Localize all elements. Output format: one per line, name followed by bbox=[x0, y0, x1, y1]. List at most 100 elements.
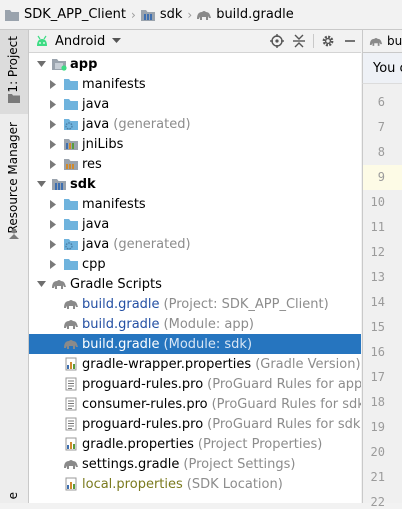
expand-arrow-down-icon[interactable] bbox=[35, 280, 47, 288]
tree-row[interactable]: cpp bbox=[29, 254, 361, 274]
breadcrumb-item-project[interactable]: SDK_APP_Client › bbox=[4, 0, 140, 29]
tree-row[interactable]: proguard-rules.pro (ProGuard Rules for sd… bbox=[29, 414, 361, 434]
left-tool-strip: 1: Project Resource Manager e bbox=[0, 30, 29, 503]
folder-icon bbox=[63, 196, 79, 212]
tree-row[interactable]: java (generated) bbox=[29, 114, 361, 134]
tree-row-hint: (Project Settings) bbox=[183, 456, 296, 472]
tree-row[interactable]: consumer-rules.pro (ProGuard Rules for sd… bbox=[29, 394, 361, 414]
bottom-tool-tab-label[interactable]: e bbox=[6, 492, 20, 499]
editor-tab-label: bu bbox=[387, 34, 402, 48]
tree-row-label: proguard-rules.pro bbox=[82, 376, 204, 392]
tree-row[interactable]: settings.gradle (Project Settings) bbox=[29, 454, 361, 474]
tool-header-actions bbox=[266, 30, 361, 52]
project-tool-header: Android bbox=[29, 30, 361, 53]
expand-arrow-right-icon[interactable] bbox=[47, 139, 59, 149]
properties-file-icon bbox=[63, 436, 79, 452]
tree-row[interactable]: Gradle Scripts bbox=[29, 274, 361, 294]
line-number: 11 bbox=[370, 220, 385, 234]
tree-row-label: gradle-wrapper.properties bbox=[82, 356, 252, 372]
tree-row-hint: (ProGuard Rules for sdk) bbox=[207, 416, 361, 432]
expand-arrow-right-icon[interactable] bbox=[47, 79, 59, 89]
tree-row-hint: (Module: app) bbox=[163, 316, 254, 332]
line-number: 22 bbox=[370, 495, 385, 509]
expand-arrow-right-icon[interactable] bbox=[47, 239, 59, 249]
expand-arrow-right-icon[interactable] bbox=[47, 259, 59, 269]
tree-row-label: manifests bbox=[82, 76, 146, 92]
tree-row-hint: (ProGuard Rules for app) bbox=[207, 376, 361, 392]
line-number: 21 bbox=[370, 470, 385, 484]
tree-row[interactable]: java bbox=[29, 214, 361, 234]
tree-row-hint: (generated) bbox=[113, 236, 191, 252]
gear-icon[interactable] bbox=[317, 30, 339, 52]
expand-arrow-down-icon[interactable] bbox=[35, 180, 47, 188]
view-mode-dropdown[interactable]: Android bbox=[35, 34, 122, 49]
tree-row-label: local.properties bbox=[82, 476, 183, 492]
line-number: 19 bbox=[370, 420, 385, 434]
tree-row[interactable]: app bbox=[29, 54, 361, 74]
resource-manager-tab[interactable]: Resource Manager bbox=[0, 122, 28, 242]
tree-row[interactable]: java bbox=[29, 94, 361, 114]
line-number: 17 bbox=[370, 370, 385, 384]
chevron-down-icon bbox=[112, 38, 122, 44]
tree-row[interactable]: proguard-rules.pro (ProGuard Rules for ap… bbox=[29, 374, 361, 394]
collapse-all-icon[interactable] bbox=[288, 30, 310, 52]
expand-arrow-right-icon[interactable] bbox=[47, 99, 59, 109]
editor-tab-build-gradle[interactable]: bu bbox=[363, 34, 402, 48]
tree-row-label: java bbox=[82, 96, 110, 112]
tree-row[interactable]: build.gradle (Module: sdk) bbox=[29, 334, 361, 354]
line-number: 20 bbox=[370, 445, 385, 459]
tree-row-label: java bbox=[82, 216, 110, 232]
tree-row[interactable]: manifests bbox=[29, 194, 361, 214]
toolbar-divider bbox=[313, 34, 314, 48]
tree-row-hint: (Module: sdk) bbox=[163, 336, 253, 352]
expand-arrow-right-icon[interactable] bbox=[47, 159, 59, 169]
breadcrumb: SDK_APP_Client › sdk › build.gradle bbox=[0, 0, 402, 30]
tree-row[interactable]: build.gradle (Project: SDK_APP_Client) bbox=[29, 294, 361, 314]
banner-text: You c bbox=[373, 60, 402, 76]
gradle-elephant-icon bbox=[196, 9, 212, 21]
tree-row-hint: (Project Properties) bbox=[197, 436, 323, 452]
tree-row-label: sdk bbox=[70, 176, 96, 192]
expand-arrow-down-icon[interactable] bbox=[35, 60, 47, 68]
breadcrumb-label: build.gradle bbox=[216, 7, 294, 22]
breadcrumb-item-file[interactable]: build.gradle bbox=[196, 0, 294, 29]
android-icon bbox=[35, 35, 49, 47]
tree-row[interactable]: java (generated) bbox=[29, 234, 361, 254]
chevron-right-icon: › bbox=[187, 7, 193, 22]
gradle-elephant-icon bbox=[63, 316, 79, 332]
editor-tab-bar: bu bbox=[362, 30, 402, 53]
expand-arrow-right-icon[interactable] bbox=[47, 199, 59, 209]
gradle-elephant-icon bbox=[63, 336, 79, 352]
chevron-right-icon: › bbox=[131, 7, 136, 22]
folder-icon bbox=[8, 92, 20, 108]
generated-folder-icon bbox=[63, 116, 79, 132]
folder-icon bbox=[4, 8, 20, 22]
minimize-icon[interactable] bbox=[339, 30, 361, 52]
breadcrumb-item-module[interactable]: sdk › bbox=[140, 0, 196, 29]
line-number: 18 bbox=[370, 395, 385, 409]
tree-row[interactable]: gradle.properties (Project Properties) bbox=[29, 434, 361, 454]
crosshair-icon[interactable] bbox=[266, 30, 288, 52]
generated-folder-icon bbox=[63, 236, 79, 252]
tree-row[interactable]: sdk bbox=[29, 174, 361, 194]
line-number: 7 bbox=[377, 120, 385, 134]
project-tool-tab[interactable]: 1: Project bbox=[0, 30, 28, 114]
expand-arrow-right-icon[interactable] bbox=[47, 119, 59, 129]
tree-row[interactable]: manifests bbox=[29, 74, 361, 94]
tree-row-label: manifests bbox=[82, 196, 146, 212]
app-module-icon bbox=[51, 56, 67, 72]
expand-arrow-right-icon[interactable] bbox=[47, 219, 59, 229]
breadcrumb-label: SDK_APP_Client bbox=[24, 7, 126, 22]
tree-row-hint: (ProGuard Rules for sdk) bbox=[211, 396, 361, 412]
tree-row-label: gradle.properties bbox=[82, 436, 194, 452]
tree-row[interactable]: local.properties (SDK Location) bbox=[29, 474, 361, 494]
line-number: 6 bbox=[377, 95, 385, 109]
tree-row[interactable]: res bbox=[29, 154, 361, 174]
tree-row-label: build.gradle bbox=[82, 296, 160, 312]
tree-row[interactable]: jniLibs bbox=[29, 134, 361, 154]
tree-row[interactable]: gradle-wrapper.properties (Gradle Version… bbox=[29, 354, 361, 374]
text-file-icon bbox=[63, 416, 79, 432]
folder-icon bbox=[63, 216, 79, 232]
tree-row[interactable]: build.gradle (Module: app) bbox=[29, 314, 361, 334]
line-number: 13 bbox=[370, 270, 385, 284]
